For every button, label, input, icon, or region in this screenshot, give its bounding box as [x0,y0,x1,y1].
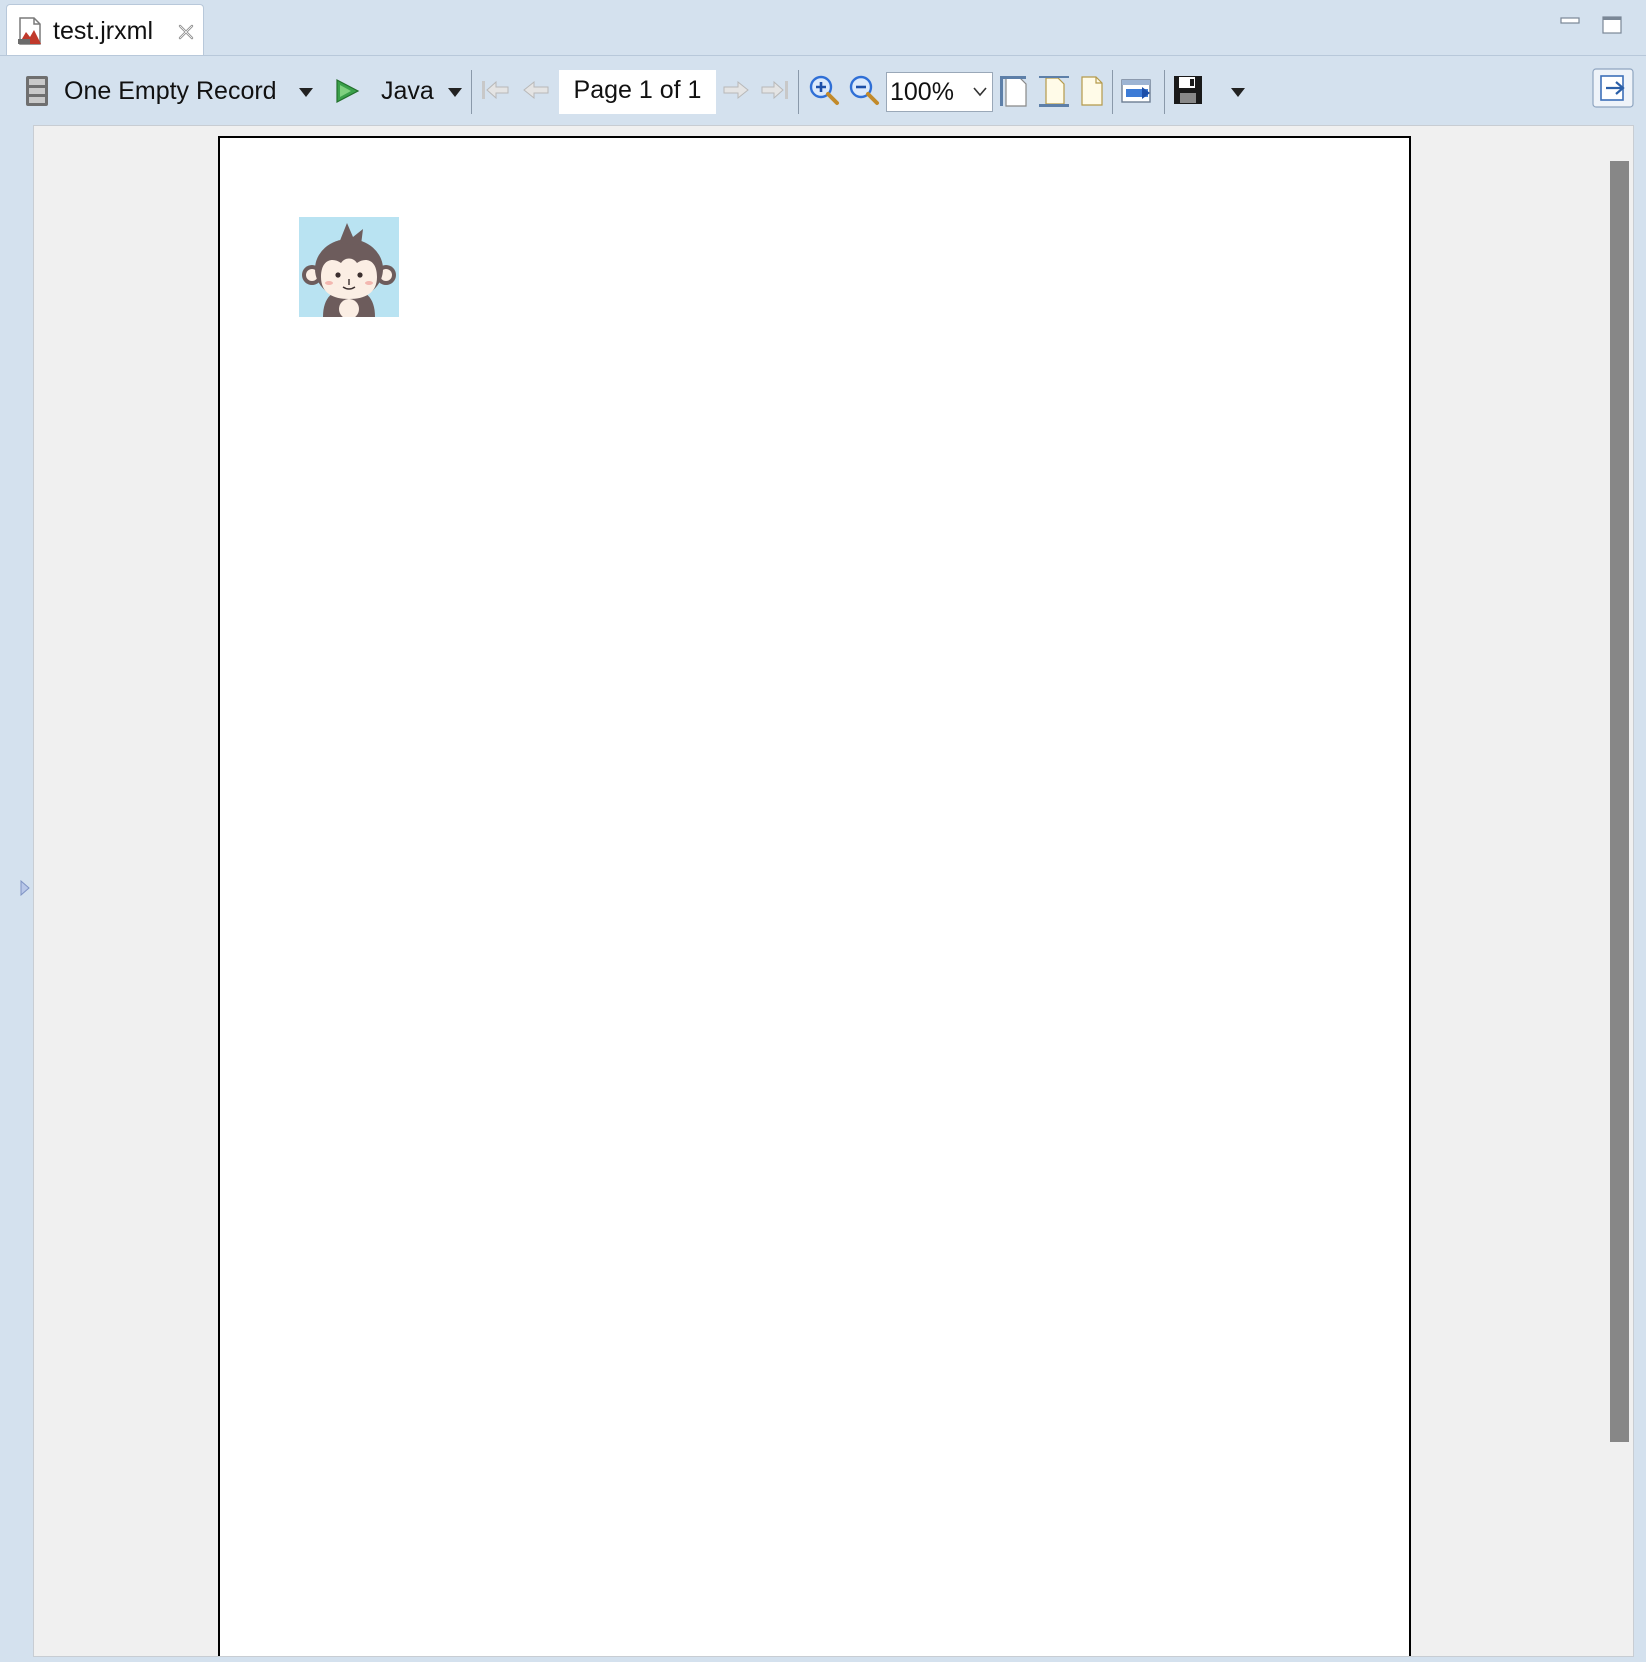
actual-size-icon[interactable] [1078,74,1106,113]
report-preview-canvas [33,125,1634,1657]
tab-title: test.jrxml [53,17,153,45]
fit-page-icon[interactable] [998,74,1030,113]
close-icon[interactable] [177,23,195,41]
maximize-icon[interactable] [1602,14,1622,34]
jrxml-file-icon [17,17,43,45]
toolbar-separator [1112,70,1113,114]
zoom-in-icon[interactable] [808,74,840,111]
monkey-avatar-image [299,217,399,317]
fit-width-icon[interactable] [1038,74,1070,113]
zoom-out-icon[interactable] [848,74,880,111]
switch-view-icon[interactable] [1592,68,1634,113]
scrollbar-thumb[interactable] [1610,161,1629,1442]
database-icon[interactable] [24,74,50,113]
report-page [218,136,1411,1656]
run-icon[interactable] [334,78,360,109]
datasource-selector[interactable]: One Empty Record [64,76,277,106]
previous-page-icon[interactable] [522,78,550,107]
datasource-dropdown-icon[interactable] [298,86,314,104]
collapse-panel-icon[interactable] [20,879,30,897]
zoom-level-select[interactable]: 100% [886,72,993,112]
first-page-icon[interactable] [480,78,510,107]
toolbar-separator [471,70,472,114]
vertical-scrollbar[interactable] [1600,126,1633,1656]
save-icon[interactable] [1172,74,1204,111]
language-dropdown-icon[interactable] [447,86,463,104]
export-icon[interactable] [1120,76,1154,111]
editor-tab-bar: test.jrxml [0,0,1646,56]
toolbar-separator [798,70,799,114]
report-editor-window: test.jrxml One Empty Record Java Page 1 … [0,0,1646,1662]
chevron-down-icon[interactable] [972,85,988,97]
editor-tab-test-jrxml[interactable]: test.jrxml [6,4,204,55]
toolbar-separator [1164,70,1165,114]
dropdown-arrow-icon[interactable] [1230,86,1246,104]
report-preview-toolbar: One Empty Record Java Page 1 of 1 100% [8,56,1638,126]
next-page-icon[interactable] [722,78,750,107]
page-indicator[interactable]: Page 1 of 1 [559,70,716,114]
last-page-icon[interactable] [760,78,790,107]
minimize-icon[interactable] [1560,14,1580,34]
zoom-level-value: 100% [890,78,954,106]
language-selector[interactable]: Java [381,76,434,106]
